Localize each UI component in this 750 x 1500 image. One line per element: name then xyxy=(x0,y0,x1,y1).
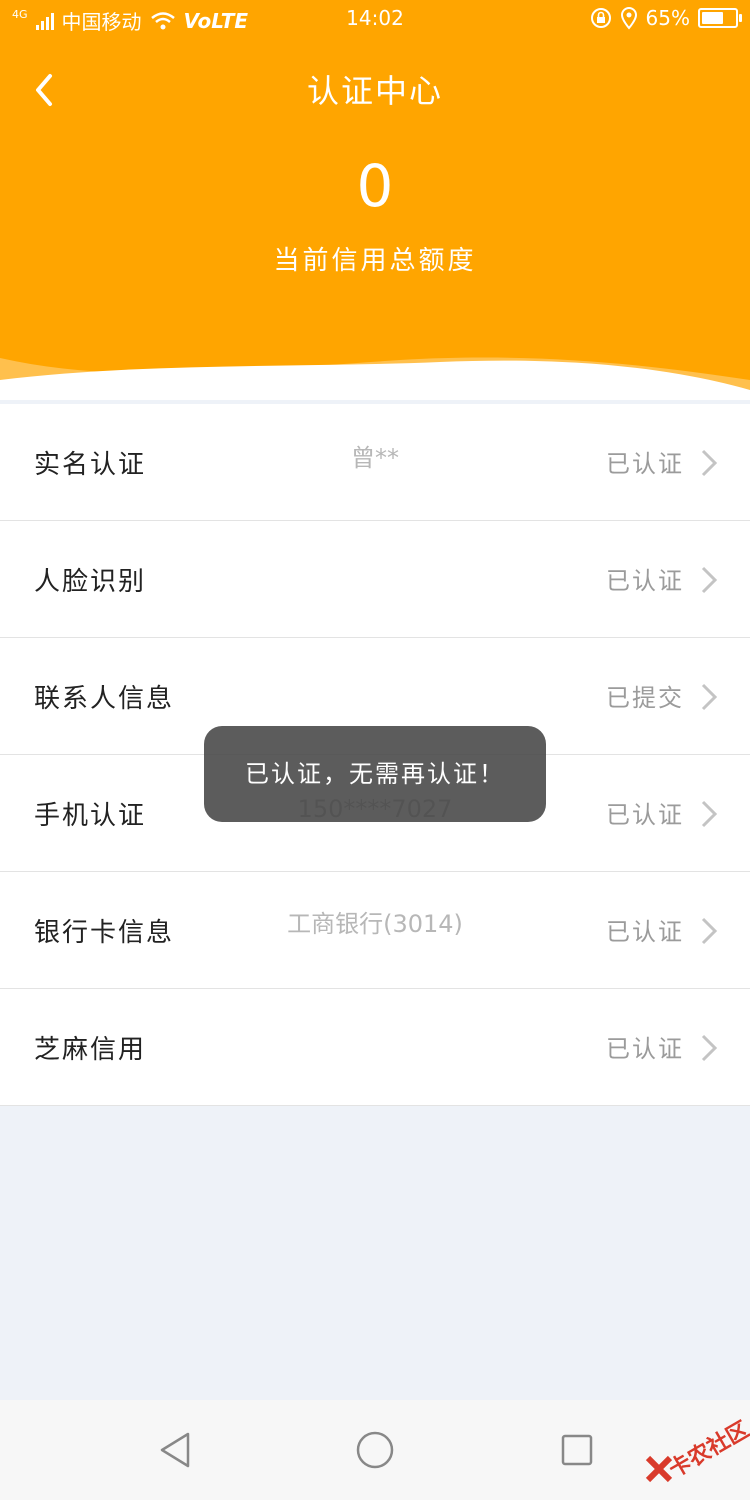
battery-percent: 65% xyxy=(645,6,690,30)
header: 4G 中国移动 VoLTE 14:02 65% 认证中心 0 当前信用总额度 xyxy=(0,0,750,400)
chevron-right-icon xyxy=(701,566,718,594)
item-status: 已认证 xyxy=(606,918,684,946)
chevron-right-icon xyxy=(701,449,718,477)
chevron-right-icon xyxy=(701,917,718,945)
recents-square-icon[interactable] xyxy=(555,1428,599,1472)
item-label: 人脸识别 xyxy=(34,567,147,597)
battery-icon xyxy=(698,8,742,28)
page-title: 认证中心 xyxy=(306,72,443,110)
location-icon xyxy=(620,6,637,30)
toast-message: 已认证，无需再认证！ xyxy=(204,726,546,822)
list-item-sesame-credit[interactable]: 芝麻信用 已认证 xyxy=(0,989,750,1106)
item-label: 联系人信息 xyxy=(34,684,175,714)
item-status: 已认证 xyxy=(606,567,684,595)
item-status: 已提交 xyxy=(606,684,684,712)
chevron-right-icon xyxy=(701,683,718,711)
system-nav-bar xyxy=(0,1400,750,1500)
back-triangle-icon[interactable] xyxy=(154,1428,198,1472)
credit-amount: 0 xyxy=(356,152,394,220)
chevron-right-icon xyxy=(701,800,718,828)
item-status: 已认证 xyxy=(606,450,684,478)
rotation-lock-icon xyxy=(590,8,611,28)
item-status: 已认证 xyxy=(606,1035,684,1063)
item-label: 芝麻信用 xyxy=(34,1035,147,1065)
watermark-logo: 卡农社区 xyxy=(640,1410,750,1490)
list-item-bank-card[interactable]: 银行卡信息 工商银行(3014) 已认证 xyxy=(0,872,750,989)
home-circle-icon[interactable] xyxy=(353,1428,397,1472)
list-item-face[interactable]: 人脸识别 已认证 xyxy=(0,521,750,638)
list-item-real-name[interactable]: 实名认证 曾** 已认证 xyxy=(0,404,750,521)
status-bar: 4G 中国移动 VoLTE 14:02 65% xyxy=(0,0,750,38)
chevron-right-icon xyxy=(701,1034,718,1062)
item-status: 已认证 xyxy=(606,801,684,829)
credit-amount-label: 当前信用总额度 xyxy=(273,246,477,276)
header-wave xyxy=(0,357,750,400)
watermark-text: 卡农社区 xyxy=(664,1417,750,1483)
